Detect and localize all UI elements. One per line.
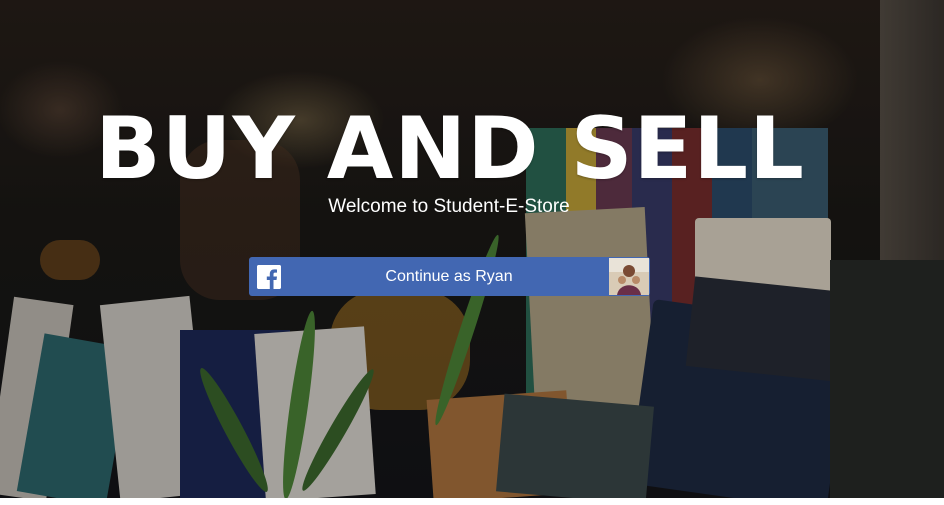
continue-with-facebook-button[interactable]: Continue as Ryan [249, 257, 650, 296]
hero-title: BUY AND SELL [95, 98, 805, 199]
hero-background: BUY AND SELL Welcome to Student-E-Store … [0, 0, 944, 498]
welcome-message: Welcome to Student-E-Store [328, 196, 570, 217]
background-photo [0, 0, 944, 498]
avatar [609, 258, 649, 295]
facebook-icon [257, 265, 281, 289]
page-bottom-strip [0, 498, 944, 505]
facebook-button-label: Continue as Ryan [385, 268, 513, 285]
